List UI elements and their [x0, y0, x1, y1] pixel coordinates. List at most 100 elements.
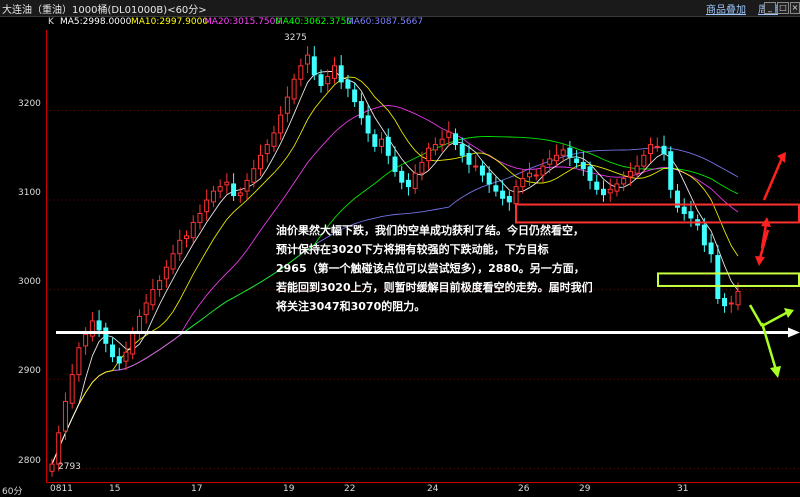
candle-body — [567, 147, 573, 158]
candle-body — [735, 290, 741, 306]
candle-body — [533, 174, 539, 177]
candle-body — [237, 192, 243, 197]
candle-body — [76, 347, 82, 376]
candle-body — [345, 79, 351, 89]
candle-body — [540, 165, 546, 176]
y-axis-line — [46, 30, 47, 482]
candle-body — [365, 115, 371, 134]
candle-body — [607, 188, 613, 194]
candle-body — [298, 65, 304, 80]
candle-body — [123, 351, 129, 362]
downward-arrow — [760, 322, 778, 371]
candle-body — [264, 144, 270, 155]
minimize-icon[interactable]: _ — [764, 2, 776, 14]
candle-body — [184, 235, 190, 240]
candle-body — [358, 101, 364, 119]
candle-body — [466, 153, 472, 165]
candle-body — [311, 56, 317, 76]
candle-body — [197, 212, 203, 223]
candle-body — [634, 165, 640, 174]
candle-body — [325, 76, 331, 85]
candle-body — [231, 183, 237, 197]
candle-body — [574, 158, 580, 163]
ma5-label: MA5:2998.0000 — [60, 17, 132, 27]
y-tick-label: 3000 — [18, 277, 41, 287]
ma60-label: MA60:3087.5667 — [346, 17, 424, 27]
candle-body — [473, 165, 479, 168]
down-test-arrowhead — [755, 256, 765, 266]
close-icon[interactable]: × — [790, 2, 800, 14]
x-axis: 60分 0811 15 17 19 22 24 26 29 31 — [0, 483, 800, 497]
candle-body — [506, 195, 512, 203]
x-tick-label: 26 — [518, 484, 530, 494]
candle-body — [701, 224, 707, 246]
candle-body — [385, 136, 391, 156]
candle-body — [580, 161, 586, 170]
annotation-line: 2965（第一个触碰该点位可以尝试短多），2880。另一方面， — [276, 262, 585, 275]
y-tick-label: 2800 — [18, 456, 41, 466]
candle-body — [392, 156, 398, 172]
high-price-label: 3275 — [284, 33, 307, 43]
candle-body — [405, 179, 411, 188]
y-tick-label: 3200 — [18, 99, 41, 109]
candle-body — [379, 138, 385, 147]
candle-body — [210, 190, 216, 203]
maximize-icon[interactable]: □ — [777, 2, 789, 14]
analysis-annotation: 油价果然大幅下跌，我们的空单成功获利了结。今日仍然看空， 预计保持在3020下方… — [276, 221, 606, 316]
candle-body — [204, 199, 210, 213]
candle-body — [399, 170, 405, 183]
candle-body — [136, 315, 142, 334]
resistance-zone — [515, 203, 800, 224]
candle-body — [708, 242, 714, 255]
candle-body — [513, 186, 519, 205]
period-label: 60分 — [2, 487, 23, 497]
candle-body — [69, 374, 75, 404]
candle-body — [177, 239, 183, 255]
candle-body — [130, 332, 136, 355]
candle-body — [116, 356, 122, 364]
candle-body — [627, 170, 633, 178]
candle-body — [251, 168, 257, 183]
annotation-line: 预计保持在3020下方将拥有较强的下跌动能，下方目标 — [276, 243, 549, 256]
candle-body — [621, 178, 627, 185]
candle-body — [479, 165, 485, 176]
annotation-line: 油价果然大幅下跌，我们的空单成功获利了结。今日仍然看空， — [276, 224, 584, 237]
candle-body — [318, 74, 324, 86]
candle-body — [103, 327, 109, 344]
candle-body — [372, 134, 378, 147]
candle-body — [722, 298, 728, 307]
ma10-label: MA10:2997.9000 — [131, 17, 209, 27]
candle-body — [224, 181, 230, 186]
window-title-bar: 大连油（重油）1000桶(DL01000B)<60分> 商品叠加 周期 — [0, 0, 800, 17]
overlay-commodity-button[interactable]: 商品叠加 — [706, 1, 746, 16]
candle-body — [83, 333, 89, 347]
support-arrowhead — [788, 327, 800, 338]
candle-body — [681, 206, 687, 214]
candle-body — [49, 463, 55, 472]
candle-body — [62, 400, 68, 432]
ma40-label: MA40:3062.3750 — [275, 17, 353, 27]
candle-body — [426, 147, 432, 162]
moving-average-legend: K MA5:2998.0000 MA10:2997.9000 MA20:3015… — [0, 17, 800, 29]
down-target-arrow — [748, 304, 764, 327]
candle-body — [291, 78, 297, 100]
x-tick-label: 29 — [579, 484, 591, 494]
candle-body — [143, 302, 149, 316]
low-price-label: 2793 — [58, 462, 81, 472]
candle-body — [587, 166, 593, 181]
candle-body — [412, 172, 418, 189]
candle-body — [338, 65, 344, 83]
candle-body — [305, 54, 311, 65]
window-title: 大连油（重油）1000桶(DL01000B)<60分> — [2, 5, 207, 16]
rebound-arrow — [761, 310, 789, 328]
candle-body — [668, 151, 674, 190]
x-tick-label: 24 — [427, 484, 439, 494]
candle-body — [271, 132, 277, 147]
candle-body — [56, 432, 62, 465]
candle-body — [560, 149, 566, 156]
candle-body — [648, 144, 654, 155]
candle-body — [432, 144, 438, 151]
y-tick-label: 3100 — [18, 188, 41, 198]
candle-body — [688, 211, 694, 219]
candle-body — [553, 154, 559, 162]
